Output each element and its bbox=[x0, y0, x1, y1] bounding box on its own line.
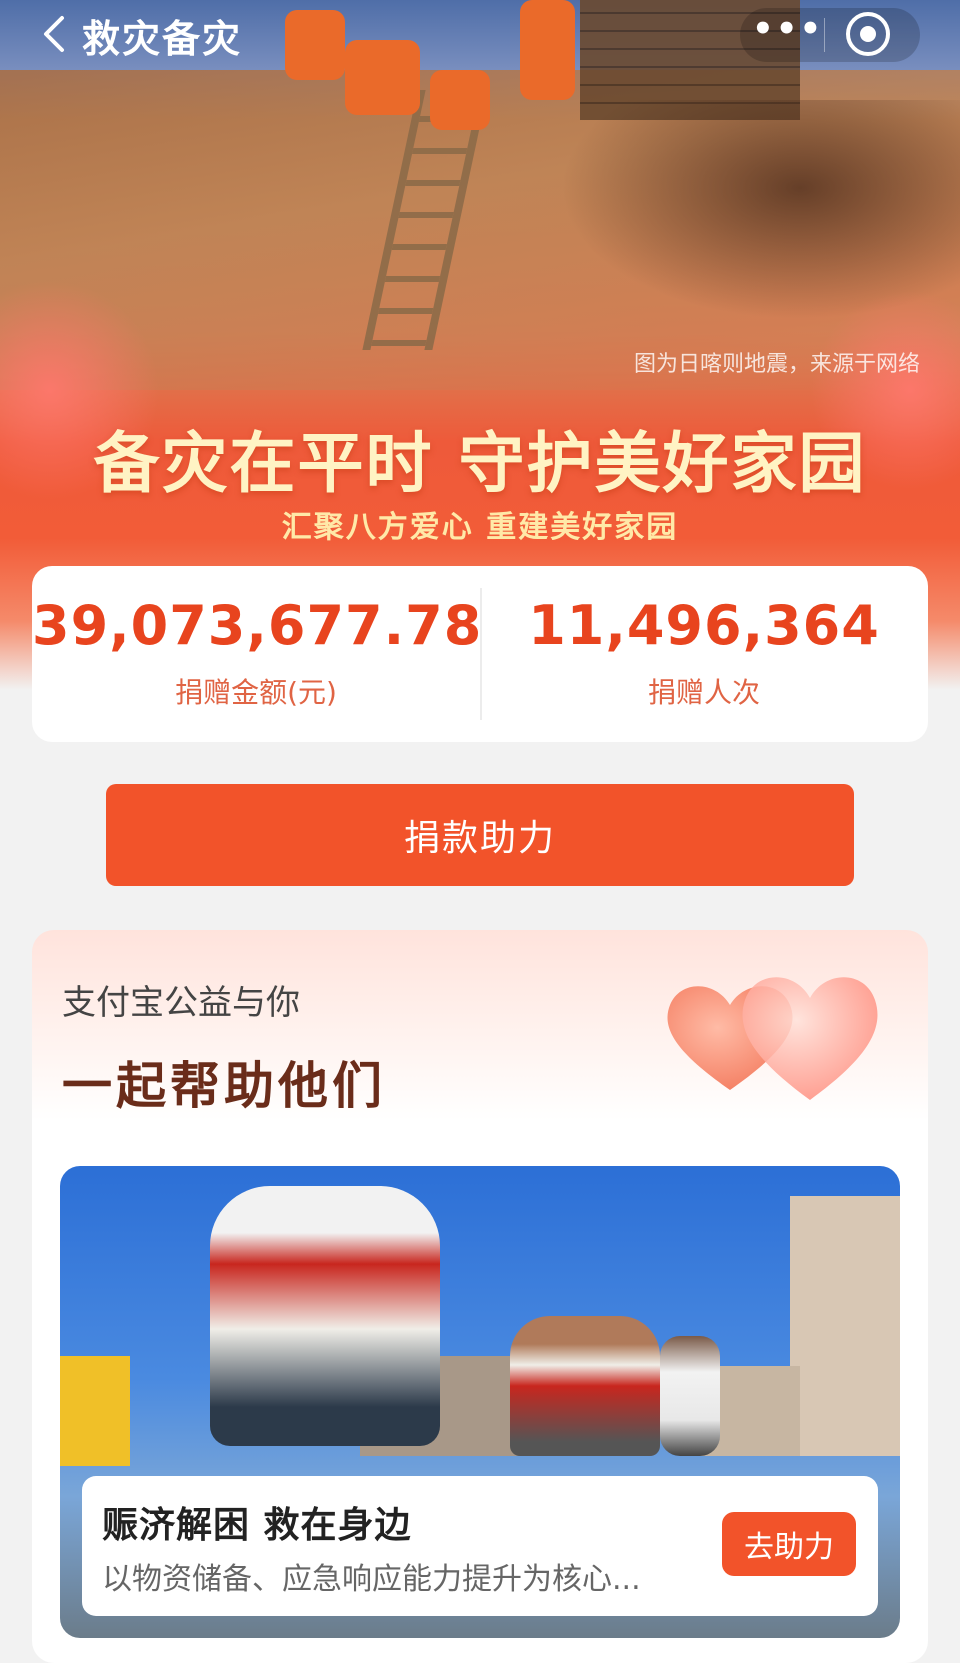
hero-slogan: 备灾在平时 守护美好家园 bbox=[93, 425, 867, 502]
hearts-icon bbox=[667, 977, 878, 1100]
photo-worker bbox=[660, 1336, 720, 1456]
image-caption: 图为日喀则地震，来源于网络 bbox=[633, 352, 920, 377]
project-description: 以物资储备、应急响应能力提升为核心... bbox=[102, 1562, 641, 1597]
capsule-divider bbox=[824, 18, 825, 52]
page-title: 救灾备灾 bbox=[82, 17, 243, 61]
donation-stats-card: 39,073,677.78 捐赠金额(元) 11,496,364 捐赠人次 bbox=[32, 566, 928, 742]
more-icon[interactable]: ••• bbox=[752, 12, 823, 46]
stat-amount: 39,073,677.78 捐赠金额(元) bbox=[32, 566, 483, 742]
promo-big-title: 一起帮助他们 bbox=[62, 1057, 386, 1115]
navigation-bar: 救灾备灾 ••• bbox=[0, 0, 960, 70]
donate-button[interactable]: 捐款助力 bbox=[106, 784, 854, 886]
donation-amount-label: 捐赠金额(元) bbox=[175, 676, 337, 709]
donation-count-value: 11,496,364 bbox=[528, 594, 880, 657]
help-button[interactable]: 去助力 bbox=[722, 1512, 856, 1576]
promo-small-title: 支付宝公益与你 bbox=[62, 983, 300, 1023]
hero-sub-slogan: 汇聚八方爱心 重建美好家园 bbox=[281, 510, 679, 545]
donation-count-label: 捐赠人次 bbox=[647, 676, 760, 709]
donation-amount-value: 39,073,677.78 bbox=[32, 594, 483, 657]
hero-shadow bbox=[560, 100, 960, 320]
photo-worker bbox=[210, 1186, 440, 1446]
project-title: 赈济解困 救在身边 bbox=[102, 1505, 412, 1546]
rescue-worker bbox=[430, 70, 490, 130]
photo-worker bbox=[510, 1316, 660, 1456]
photo-building bbox=[790, 1196, 900, 1456]
close-target-icon[interactable] bbox=[846, 12, 890, 56]
stat-count: 11,496,364 捐赠人次 bbox=[480, 566, 928, 742]
photo-supply-box bbox=[60, 1356, 130, 1466]
project-info-card[interactable]: 赈济解困 救在身边 以物资储备、应急响应能力提升为核心... 去助力 bbox=[82, 1476, 878, 1616]
back-arrow-icon[interactable] bbox=[36, 14, 76, 54]
